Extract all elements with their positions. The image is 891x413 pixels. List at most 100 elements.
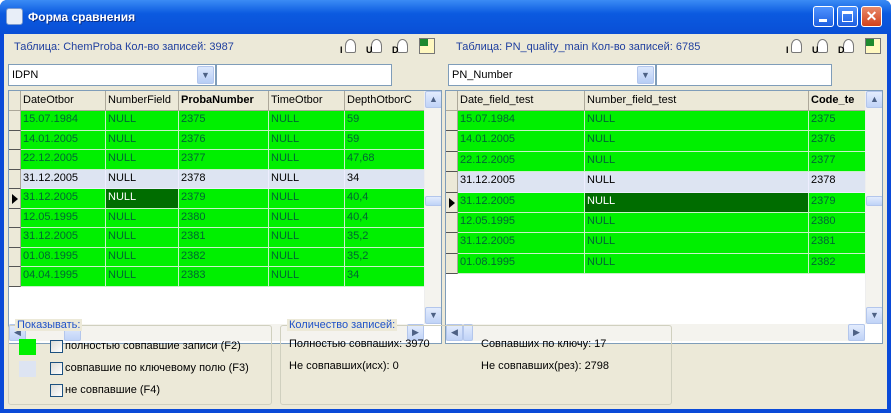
update-record-icon[interactable]: U — [366, 39, 382, 55]
table-cell[interactable]: NULL — [269, 247, 345, 267]
maximize-button[interactable] — [837, 6, 858, 27]
minimize-button[interactable] — [813, 6, 834, 27]
table-cell[interactable]: NULL — [585, 111, 809, 132]
table-cell[interactable]: 2382 — [809, 253, 869, 275]
row-indicator[interactable] — [9, 189, 21, 209]
table-cell[interactable]: 35,2 — [345, 228, 425, 248]
row-indicator[interactable] — [446, 111, 458, 132]
table-cell[interactable]: 47,68 — [345, 150, 425, 170]
table-cell[interactable]: 14.01.2005 — [458, 131, 585, 152]
table-cell[interactable]: NULL — [269, 267, 345, 287]
table-cell[interactable]: 2378 — [179, 169, 269, 189]
table-cell[interactable]: 2381 — [179, 228, 269, 248]
table-cell[interactable]: 31.12.2005 — [458, 172, 585, 193]
table-cell[interactable]: NULL — [585, 233, 809, 254]
update-record-icon[interactable]: U — [812, 39, 828, 55]
vertical-scrollbar[interactable]: ▲ ▼ — [424, 91, 441, 324]
row-indicator[interactable] — [9, 228, 21, 248]
chevron-down-icon[interactable]: ▼ — [197, 66, 214, 84]
row-indicator[interactable] — [9, 111, 21, 131]
show-key-match-checkbox[interactable] — [50, 362, 63, 375]
table-cell[interactable]: NULL — [106, 169, 179, 189]
table-cell[interactable]: NULL — [269, 169, 345, 189]
table-cell[interactable]: 14.01.2005 — [21, 130, 106, 150]
table-cell[interactable]: 31.12.2005 — [458, 192, 585, 213]
table-cell[interactable]: 31.12.2005 — [21, 189, 106, 209]
table-cell[interactable]: NULL — [106, 189, 179, 209]
table-cell[interactable]: NULL — [106, 208, 179, 228]
table-cell[interactable]: 22.12.2005 — [21, 150, 106, 170]
table-row[interactable]: 22.12.2005 NULL 2377 NULL 47,68 — [9, 150, 425, 170]
table-cell[interactable]: 40,4 — [345, 189, 425, 209]
table-cell[interactable]: NULL — [585, 253, 809, 275]
table-cell[interactable]: NULL — [585, 172, 809, 193]
column-header-Date_field_test[interactable]: Date_field_test — [458, 91, 585, 111]
column-header-ProbaNumber[interactable]: ProbaNumber — [179, 91, 269, 111]
row-indicator[interactable] — [9, 247, 21, 267]
table-cell[interactable]: NULL — [269, 228, 345, 248]
row-indicator[interactable] — [446, 151, 458, 173]
table-row[interactable]: 31.12.2005 NULL 2381 NULL 35,2 — [9, 228, 425, 248]
table-cell[interactable]: NULL — [585, 192, 809, 213]
export-excel-icon[interactable] — [865, 38, 881, 54]
table-cell[interactable]: 2375 — [179, 111, 269, 131]
table-cell[interactable]: 31.12.2005 — [458, 233, 585, 254]
row-indicator[interactable] — [446, 213, 458, 234]
table-cell[interactable]: NULL — [269, 111, 345, 131]
left-data-grid[interactable]: DateOtbor NumberField ProbaNumber TimeOtbor… — [8, 90, 442, 344]
table-cell[interactable]: 31.12.2005 — [21, 169, 106, 189]
table-cell[interactable]: 35,2 — [345, 247, 425, 267]
table-row[interactable]: 15.07.1984 NULL 2375 NULL 59 — [9, 111, 425, 131]
table-row[interactable]: 14.01.2005 NULL 2376 — [446, 131, 869, 152]
show-no-match-checkbox[interactable] — [50, 384, 63, 397]
table-cell[interactable]: 2376 — [179, 130, 269, 150]
table-cell[interactable]: NULL — [585, 213, 809, 234]
column-header-Number_field_test[interactable]: Number_field_test — [585, 91, 809, 111]
table-cell[interactable]: 40,4 — [345, 208, 425, 228]
table-cell[interactable]: 12.05.1995 — [21, 208, 106, 228]
right-data-grid[interactable]: Date_field_test Number_field_test Code_te 1… — [445, 90, 883, 344]
table-cell[interactable]: NULL — [106, 150, 179, 170]
table-cell[interactable]: 34 — [345, 169, 425, 189]
table-cell[interactable]: 2376 — [809, 131, 869, 152]
table-row[interactable]: 12.05.1995 NULL 2380 NULL 40,4 — [9, 208, 425, 228]
table-row[interactable]: 12.05.1995 NULL 2380 — [446, 213, 869, 234]
scroll-right-button[interactable]: ▶ — [848, 324, 865, 341]
table-cell[interactable]: NULL — [106, 130, 179, 150]
table-cell[interactable]: 2380 — [809, 213, 869, 234]
table-cell[interactable]: 2382 — [179, 247, 269, 267]
table-cell[interactable]: 2377 — [809, 151, 869, 173]
table-cell[interactable]: NULL — [106, 111, 179, 131]
table-row[interactable]: 31.12.2005 NULL 2379 — [446, 192, 869, 213]
scroll-down-button[interactable]: ▼ — [425, 307, 441, 324]
table-row[interactable]: 04.04.1995 NULL 2383 NULL 34 — [9, 267, 425, 287]
delete-record-icon[interactable]: D — [392, 39, 408, 55]
table-row[interactable]: 01.08.1995 NULL 2382 NULL 35,2 — [9, 247, 425, 267]
table-row[interactable]: 22.12.2005 NULL 2377 — [446, 151, 869, 173]
table-cell[interactable]: NULL — [269, 208, 345, 228]
scroll-thumb[interactable] — [425, 195, 441, 206]
table-cell[interactable]: 01.08.1995 — [458, 253, 585, 275]
table-cell[interactable]: NULL — [106, 228, 179, 248]
column-header-TimeOtbor[interactable]: TimeOtbor — [269, 91, 345, 111]
row-indicator[interactable] — [9, 208, 21, 228]
insert-record-icon[interactable]: I — [340, 39, 356, 55]
table-cell[interactable]: 04.04.1995 — [21, 267, 106, 287]
table-row[interactable]: 01.08.1995 NULL 2382 — [446, 253, 869, 275]
table-cell[interactable]: 31.12.2005 — [21, 228, 106, 248]
scroll-up-button[interactable]: ▲ — [425, 91, 441, 108]
row-indicator[interactable] — [446, 131, 458, 152]
table-cell[interactable]: 34 — [345, 267, 425, 287]
left-key-field-select[interactable]: IDPN ▼ — [8, 64, 216, 86]
row-indicator[interactable] — [446, 233, 458, 254]
column-header-DateOtbor[interactable]: DateOtbor — [21, 91, 106, 111]
table-cell[interactable]: NULL — [106, 267, 179, 287]
row-indicator[interactable] — [9, 169, 21, 189]
left-filter-input[interactable] — [216, 64, 392, 86]
row-indicator[interactable] — [9, 130, 21, 150]
table-cell[interactable]: 2378 — [809, 172, 869, 193]
table-cell[interactable]: 2377 — [179, 150, 269, 170]
right-filter-input[interactable] — [656, 64, 832, 86]
table-cell[interactable]: 01.08.1995 — [21, 247, 106, 267]
scroll-thumb[interactable] — [866, 195, 882, 206]
